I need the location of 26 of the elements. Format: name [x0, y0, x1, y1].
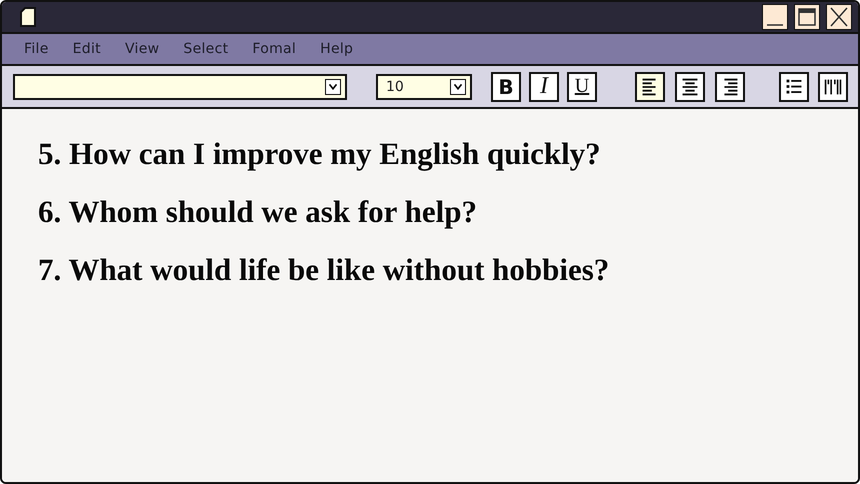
align-left-button[interactable] — [635, 72, 665, 102]
caret-icon — [450, 78, 466, 94]
question-text: 6. Whom should we ask for help? — [38, 194, 478, 230]
menu-item[interactable]: Fomal — [252, 41, 296, 57]
font-size-value: 10 — [386, 78, 404, 94]
question-text: 7. What would life be like without hobbies? — [38, 252, 610, 288]
font-dropdown[interactable] — [13, 74, 347, 100]
font-size-dropdown[interactable]: 10 — [376, 74, 472, 100]
close-button[interactable] — [826, 4, 852, 30]
align-right-button[interactable] — [715, 72, 745, 102]
document-icon — [20, 7, 36, 27]
menu-item[interactable]: Help — [320, 41, 354, 57]
minimize-button[interactable] — [762, 4, 788, 30]
bold-button[interactable]: B — [491, 72, 521, 102]
caret-icon — [325, 78, 341, 94]
bullet-list-button[interactable] — [779, 72, 809, 102]
menu-item[interactable]: View — [124, 41, 160, 57]
menu-item[interactable]: Edit — [72, 41, 101, 57]
menu-item[interactable]: Select — [183, 41, 228, 57]
align-center-button[interactable] — [675, 72, 705, 102]
question-text: 5. How can I improve my English quickly? — [38, 136, 602, 172]
menu-item[interactable]: File — [24, 41, 49, 57]
maximize-button[interactable] — [794, 4, 820, 30]
columns-button[interactable] — [818, 72, 848, 102]
italic-button[interactable]: I — [529, 72, 559, 102]
underline-button[interactable]: U — [567, 72, 597, 102]
